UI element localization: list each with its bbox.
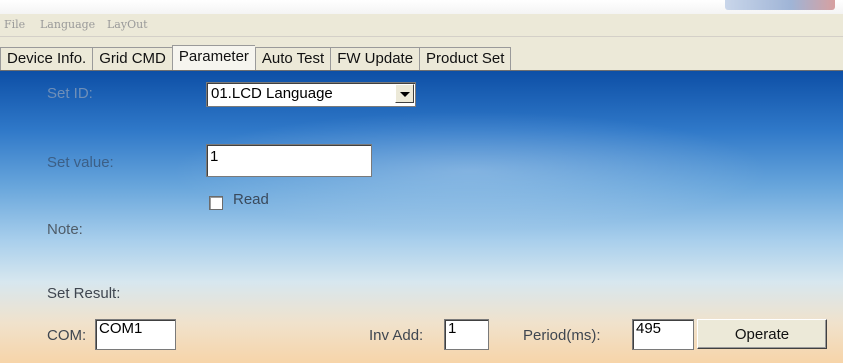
period-field[interactable]: 495 [632,319,694,350]
set-value-label: Set value: [47,154,114,171]
tab-auto-test[interactable]: Auto Test [254,47,331,70]
inv-add-label: Inv Add: [369,327,424,344]
parameter-panel: Set ID: 01.LCD Language Set value: 1 Rea… [0,70,843,363]
inv-add-field[interactable]: 1 [444,319,489,350]
tab-product-set[interactable]: Product Set [419,47,512,70]
set-result-label: Set Result: [47,285,121,302]
menu-layout[interactable]: LayOut [107,18,148,31]
tab-bar: Device Info. Grid CMD Parameter Auto Tes… [0,37,843,70]
com-field[interactable]: COM1 [95,319,176,350]
com-label: COM: [47,327,87,344]
note-label: Note: [47,221,83,238]
tab-parameter[interactable]: Parameter [171,45,255,70]
read-label: Read [233,191,269,208]
tab-device-info[interactable]: Device Info. [0,47,93,70]
tab-fw-update[interactable]: FW Update [330,47,420,70]
window-caption-buttons[interactable] [725,0,835,10]
period-label: Period(ms): [523,327,601,344]
title-bar [0,0,843,14]
menu-language[interactable]: Language [40,18,95,31]
tab-grid-cmd[interactable]: Grid CMD [92,47,172,70]
set-value-field[interactable]: 1 [206,144,372,177]
set-id-label: Set ID: [47,85,93,102]
app-window: File Language LayOut Device Info. Grid C… [0,0,843,363]
set-id-value: 01.LCD Language [211,85,333,102]
set-id-select[interactable]: 01.LCD Language [206,82,416,107]
chevron-down-icon[interactable] [395,84,414,103]
menu-bar: File Language LayOut [0,14,843,37]
operate-button[interactable]: Operate [697,319,827,349]
menu-file[interactable]: File [4,18,25,31]
read-checkbox[interactable] [209,196,223,210]
